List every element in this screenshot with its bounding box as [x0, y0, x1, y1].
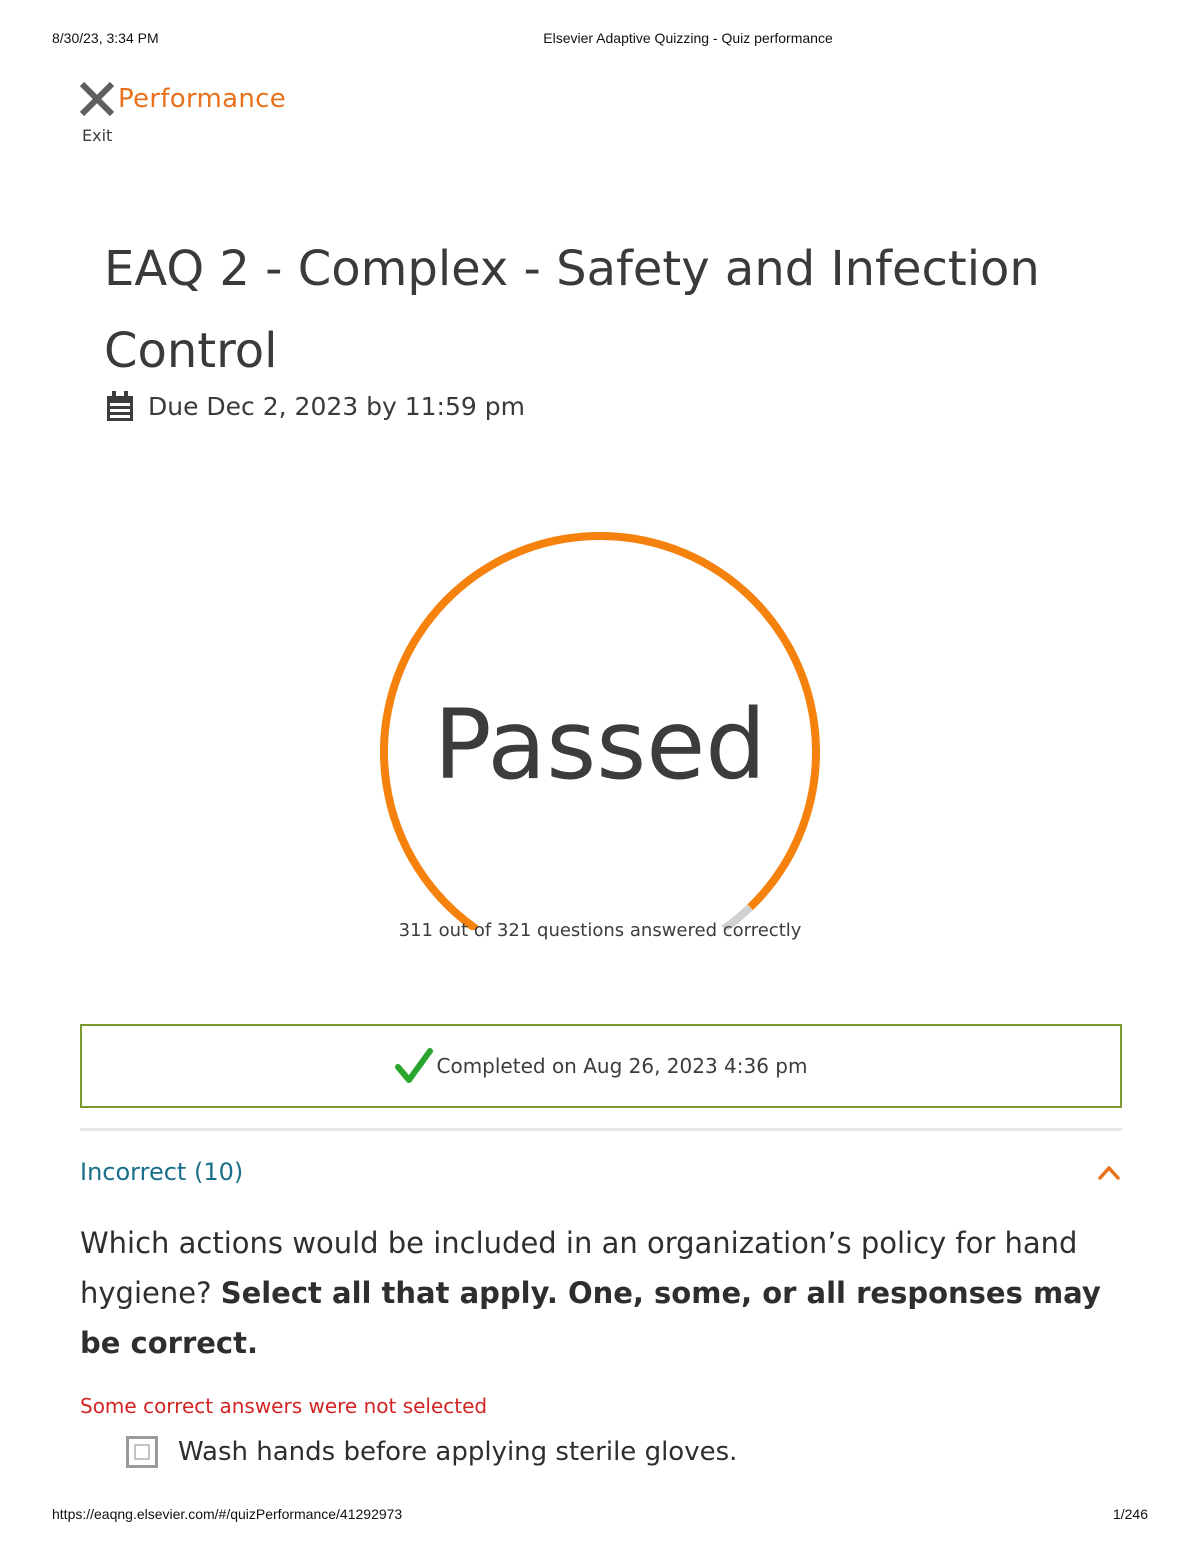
answer-feedback: Some correct answers were not selected	[80, 1394, 488, 1418]
completion-text: Completed on Aug 26, 2023 4:36 pm	[436, 1054, 808, 1078]
quiz-title: EAQ 2 - Complex - Safety and Infection C…	[104, 241, 1040, 379]
exit-button[interactable]: Exit	[78, 80, 118, 145]
chevron-up-icon[interactable]	[1098, 1164, 1120, 1180]
print-page-number: 1/246	[1112, 1506, 1148, 1522]
print-document-title: Elsevier Adaptive Quizzing - Quiz perfor…	[543, 30, 833, 46]
completion-banner: Completed on Aug 26, 2023 4:36 pm	[80, 1024, 1122, 1108]
close-icon	[79, 81, 115, 117]
answer-checkbox[interactable]	[126, 1436, 158, 1468]
calendar-icon	[107, 391, 133, 421]
result-caption: 311 out of 321 questions answered correc…	[398, 920, 802, 941]
result-status: Passed	[433, 689, 767, 801]
section-title: Incorrect (10)	[80, 1158, 244, 1186]
check-icon	[394, 1048, 433, 1083]
page-title: Performance	[118, 84, 287, 114]
due-date: Due Dec 2, 2023 by 11:59 pm	[106, 390, 525, 422]
due-date-text: Due Dec 2, 2023 by 11:59 pm	[148, 391, 525, 421]
divider	[80, 1128, 1122, 1131]
question-text: Which actions would be included in an or…	[80, 1218, 1110, 1368]
checkbox-inner	[134, 1444, 150, 1460]
exit-label: Exit	[82, 126, 113, 145]
incorrect-section-toggle[interactable]: Incorrect (10)	[80, 1150, 1122, 1198]
print-url: https://eaqng.elsevier.com/#/quizPerform…	[52, 1506, 403, 1522]
question-instruction: Select all that apply. One, some, or all…	[80, 1276, 1101, 1360]
answer-option[interactable]: Wash hands before applying sterile glove…	[126, 1436, 737, 1468]
answer-text: Wash hands before applying sterile glove…	[178, 1437, 738, 1467]
